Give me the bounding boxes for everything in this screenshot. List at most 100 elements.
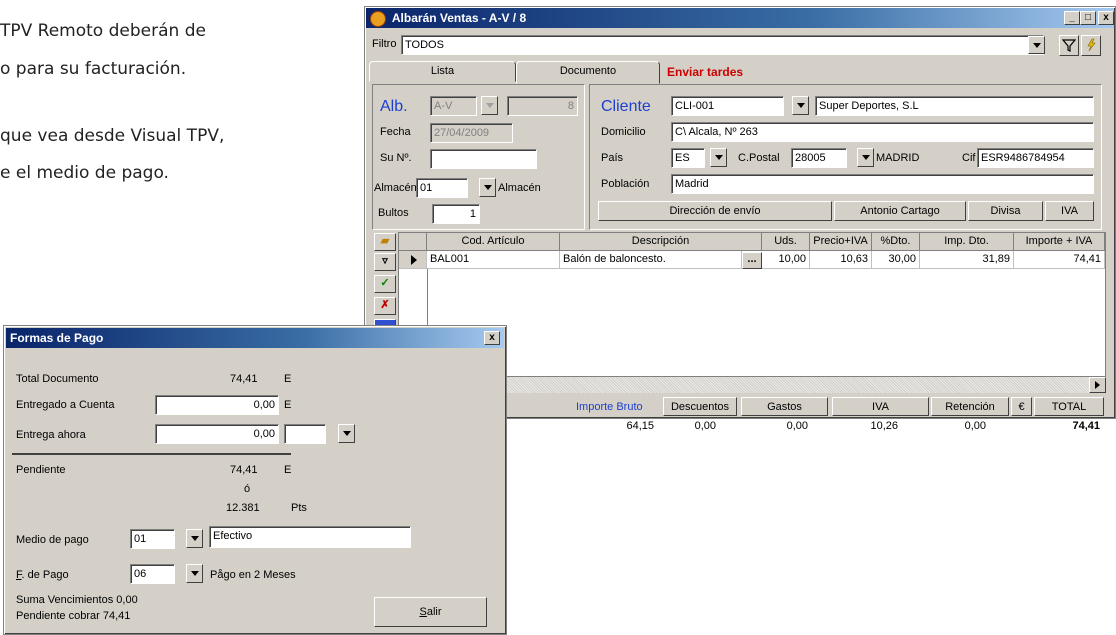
medio-pago-name-field[interactable]: Efectivo — [209, 526, 411, 548]
total-documento-value: 74,41 — [230, 373, 258, 385]
iva-total-button[interactable]: IVA — [832, 397, 929, 416]
cancel-icon[interactable]: ✗ — [374, 297, 396, 315]
grid-header-imp-dto[interactable]: Imp. Dto. — [920, 233, 1014, 251]
series-field[interactable]: A-V — [430, 96, 477, 116]
pendiente-cobrar: Pendiente cobrar 74,41 — [16, 610, 131, 622]
pais-dropdown-button[interactable] — [710, 148, 727, 167]
check-icon[interactable]: ✓ — [374, 275, 396, 293]
formas-pago-dialog: Formas de Pago x Total Documento 74,41 E… — [3, 325, 507, 635]
almacen-dropdown-button[interactable] — [479, 178, 496, 197]
table-cell-uds[interactable]: 10,00 — [762, 251, 810, 269]
series-dropdown-button[interactable] — [481, 96, 498, 115]
gastos-value: 0,00 — [786, 420, 808, 432]
filter-dropdown-button[interactable] — [1028, 36, 1045, 54]
bultos-field[interactable]: 1 — [432, 204, 480, 224]
pendiente-label: Pendiente — [16, 464, 66, 476]
doc-number-field[interactable]: 8 — [507, 96, 578, 116]
tab-documento[interactable]: Documento — [516, 61, 660, 84]
descuentos-button[interactable]: Descuentos — [663, 397, 737, 416]
retencion-button[interactable]: Retención — [931, 397, 1009, 416]
table-cell-dto[interactable]: 30,00 — [872, 251, 920, 269]
retencion-value: 0,00 — [964, 420, 986, 432]
almacen-code-field[interactable]: 01 — [416, 178, 468, 198]
table-cell-importe[interactable]: 74,41 — [1014, 251, 1105, 269]
description-ellipsis-button[interactable]: ... — [742, 252, 762, 269]
client-dropdown-button[interactable] — [792, 96, 809, 115]
filter-select[interactable]: TODOS — [401, 35, 1044, 55]
formas-pago-close-button[interactable]: x — [484, 331, 500, 345]
divider-line — [12, 453, 291, 455]
euro-button[interactable]: € — [1011, 397, 1032, 416]
grid-header-precio[interactable]: Precio+IVA — [810, 233, 872, 251]
filter-funnel-button[interactable] — [1059, 35, 1079, 56]
entrega-currency-field[interactable] — [284, 424, 326, 444]
agent-button[interactable]: Antonio Cartago — [834, 201, 966, 221]
table-cell-imp-dto[interactable]: 31,89 — [920, 251, 1014, 269]
pendiente-value: 74,41 — [230, 464, 258, 476]
grid-header-uds[interactable]: Uds. — [762, 233, 810, 251]
entrega-currency-dropdown[interactable] — [338, 424, 355, 443]
grid-header-importe[interactable]: Importe + IVA — [1014, 233, 1105, 251]
formas-pago-title: Formas de Pago — [10, 331, 104, 345]
client-code-field[interactable]: CLI-001 — [671, 96, 784, 116]
medio-pago-dropdown[interactable] — [186, 529, 203, 548]
formas-pago-titlebar[interactable]: Formas de Pago — [6, 328, 504, 348]
minimize-button[interactable]: _ — [1064, 11, 1080, 25]
domicilio-field[interactable]: C\ Alcala, Nº 263 — [671, 122, 1094, 142]
medio-pago-label: Medio de pago — [16, 534, 89, 546]
background-text-line-4: e el medio de pago. — [0, 163, 169, 183]
direccion-envio-button[interactable]: Dirección de envío — [598, 201, 832, 221]
total-value: 74,41 — [1072, 420, 1100, 432]
apply-filter-button[interactable] — [1081, 35, 1101, 56]
total-button[interactable]: TOTAL — [1034, 397, 1104, 416]
fpago-dropdown[interactable] — [186, 564, 203, 583]
salir-button[interactable]: Salir — [374, 597, 487, 627]
trash-icon[interactable]: ▿ — [374, 253, 396, 271]
fpago-name: Pågo en 2 Meses — [210, 569, 296, 581]
entrega-ahora-field[interactable]: 0,00 — [155, 424, 279, 444]
table-cell-precio[interactable]: 10,63 — [810, 251, 872, 269]
client-name-field[interactable]: Super Deportes, S.L — [815, 96, 1094, 116]
close-button[interactable]: x — [1098, 11, 1114, 25]
grid-header-desc[interactable]: Descripción — [560, 233, 762, 251]
su-no-field[interactable] — [430, 149, 537, 169]
divisa-button[interactable]: Divisa — [968, 201, 1043, 221]
chevron-down-icon — [342, 431, 351, 436]
chevron-down-icon — [796, 103, 805, 108]
cliente-label: Cliente — [601, 98, 651, 115]
iva-button[interactable]: IVA — [1045, 201, 1094, 221]
fpago-code-field[interactable]: 06 — [130, 564, 175, 584]
city-label: MADRID — [876, 152, 920, 164]
grid-row-header — [399, 233, 427, 251]
table-cell-desc[interactable]: Balón de baloncesto. — [560, 251, 742, 269]
cif-label: Cif — [962, 152, 976, 164]
medio-pago-code-field[interactable]: 01 — [130, 529, 175, 549]
open-folder-icon[interactable]: ▰ — [374, 233, 396, 251]
cpostal-dropdown-button[interactable] — [857, 148, 874, 167]
albaran-titlebar[interactable]: Albarán Ventas - A-V / 8 — [366, 8, 1114, 28]
poblacion-field[interactable]: Madrid — [671, 174, 1094, 194]
entregado-field[interactable]: 0,00 — [155, 395, 279, 415]
fecha-label: Fecha — [380, 126, 411, 138]
o-label: ó — [244, 483, 251, 495]
gastos-button[interactable]: Gastos — [741, 397, 828, 416]
pais-field[interactable]: ES — [671, 148, 705, 168]
background-text-line-1: TPV Remoto deberán de — [0, 21, 206, 41]
table-cell-cod[interactable]: BAL001 — [427, 251, 560, 269]
almacen-name: Almacén — [498, 182, 541, 194]
background-text-line-3: que vea desde Visual TPV, — [0, 126, 225, 146]
chevron-down-icon — [190, 571, 199, 576]
grid-header-cod[interactable]: Cod. Artículo — [427, 233, 560, 251]
tab-lista[interactable]: Lista — [369, 61, 516, 82]
cpostal-field[interactable]: 28005 — [791, 148, 847, 168]
cif-field[interactable]: ESR9486784954 — [977, 148, 1094, 168]
pts-label: Pts — [291, 502, 307, 514]
bultos-label: Bultos — [378, 207, 409, 219]
app-icon — [370, 10, 386, 27]
fecha-field[interactable]: 27/04/2009 — [430, 123, 513, 143]
scroll-right-button[interactable] — [1089, 377, 1106, 393]
maximize-button[interactable]: □ — [1080, 11, 1096, 25]
grid-header-dto[interactable]: %Dto. — [872, 233, 920, 251]
iva-value: 10,26 — [870, 420, 898, 432]
tab-enviar-tardes[interactable]: Enviar tardes — [667, 65, 743, 79]
